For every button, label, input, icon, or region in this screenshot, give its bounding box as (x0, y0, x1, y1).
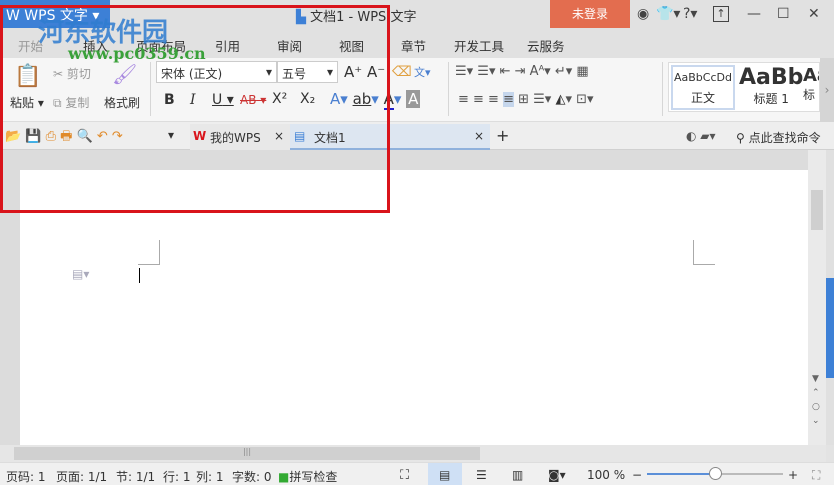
tab-developer[interactable]: 开发工具 (454, 36, 504, 55)
wps-icon: W (193, 129, 207, 143)
zoom-in-button[interactable]: + (788, 468, 798, 482)
document-title: ▙ 文档1 - WPS 文字 (296, 10, 417, 25)
spell-check-button[interactable]: ■拼写检查 (278, 468, 337, 485)
toolbar-icons[interactable]: ◐ ▰▾ (686, 129, 716, 143)
document-icon: ▤ (294, 129, 306, 143)
grow-font-icon[interactable]: A⁺ A⁻ (344, 63, 385, 81)
status-bar: 页码: 1 页面: 1/1 节: 1/1 行: 1 列: 1 字数: 0 ■拼写… (0, 462, 834, 485)
margin-mark (138, 240, 160, 265)
page-view-icon: ▤ (439, 468, 451, 482)
scissors-icon: ✂ (53, 67, 64, 81)
horizontal-scrollbar[interactable]: ||| (0, 445, 826, 462)
tab-document[interactable]: ▤ 文档1 × (290, 124, 490, 150)
skin-icon[interactable]: 👕▾ (656, 6, 680, 22)
tab-cloud[interactable]: 云服务 (527, 36, 565, 55)
outline-view-icon[interactable]: ☰ (476, 468, 487, 482)
new-tab-button[interactable]: + (496, 126, 509, 145)
quick-access-icons[interactable]: 📂 💾 ⎙ 🖶 🔍 ↶ ↷ (5, 127, 123, 149)
align-icons[interactable]: ≡ ≡ ≡ ≡ ⊞ ☰▾ ◭▾ ⊡▾ (458, 92, 594, 107)
underline-button[interactable]: U ▾ (212, 92, 234, 108)
close-icon: × (274, 129, 285, 143)
status-section: 节: 1/1 (116, 470, 156, 484)
status-page: 页码: 1 (6, 470, 46, 484)
paragraph-icon[interactable]: ▤▾ (72, 267, 89, 281)
style-normal[interactable]: AaBbCcDd 正文 (671, 65, 735, 110)
zoom-out-button[interactable]: − (632, 468, 642, 482)
scroll-thumb[interactable]: ||| (14, 447, 480, 460)
document-icon: ▙ (296, 10, 311, 25)
fit-icon[interactable]: ⛶ (812, 468, 820, 483)
help-icon[interactable]: ?▾ (683, 6, 697, 22)
command-search[interactable]: ⚲ 点此查找命令 (736, 129, 821, 146)
tab-section[interactable]: 章节 (401, 36, 426, 55)
web-view-icon[interactable]: ▥ (512, 468, 523, 482)
superscript-button[interactable]: X² (272, 91, 287, 107)
style-heading1[interactable]: AaBb 标题 1 (739, 65, 803, 107)
scroll-thumb[interactable] (811, 190, 823, 230)
strikethrough-button[interactable]: AB ▾ (240, 93, 266, 107)
close-icon: × (474, 129, 485, 143)
copy-icon: ⧉ (53, 96, 62, 110)
text-cursor (139, 268, 140, 283)
clear-format-icon[interactable]: ⌫ (392, 64, 412, 80)
page-nav-icons[interactable]: ▼ ⌃ ○ ⌄ (812, 372, 820, 428)
text-effect-icon[interactable]: A▾ ab▾ A▾ A (330, 90, 421, 110)
tab-review[interactable]: 审阅 (277, 36, 302, 55)
copy-button[interactable]: ⧉ 复制 (53, 94, 89, 111)
style-heading2[interactable]: Aa标 (803, 65, 819, 103)
pinyin-icon[interactable]: 文▾ (414, 64, 431, 80)
status-col: 列: 1 (196, 470, 224, 484)
style-gallery: AaBbCcDd正文 AaBb标题 1 Aa标 (668, 62, 820, 112)
font-size-select[interactable]: 五号 ▾ (277, 61, 338, 83)
subscript-button[interactable]: X₂ (300, 91, 315, 107)
vertical-scrollbar[interactable]: ▼ ⌃ ○ ⌄ (808, 150, 826, 445)
close-button[interactable]: ✕ (808, 6, 820, 22)
brush-icon[interactable]: 🖌 (112, 62, 137, 86)
margin-mark (693, 240, 715, 265)
zoom-slider[interactable] (647, 467, 783, 480)
wps-logo-icon: W (6, 8, 25, 24)
font-name-select[interactable]: 宋体 (正文) ▾ (156, 61, 277, 83)
maximize-button[interactable]: ☐ (777, 6, 790, 22)
paste-button[interactable]: 粘贴 ▾ (10, 94, 44, 111)
tab-view[interactable]: 视图 (339, 36, 364, 55)
tab-my-wps[interactable]: W 我的WPS × (190, 124, 290, 150)
upload-icon[interactable]: ↑ (713, 6, 729, 22)
customize-icon[interactable]: ▾ (168, 128, 174, 142)
paste-icon[interactable]: 📋 (14, 64, 41, 89)
bold-button[interactable]: B (164, 92, 175, 108)
tab-references[interactable]: 引用 (215, 36, 240, 55)
document-page[interactable]: ▤▾ (20, 170, 808, 445)
status-pages: 页面: 1/1 (56, 470, 108, 484)
style-scroll-right[interactable]: › (820, 58, 834, 122)
zoom-level[interactable]: 100 % (587, 468, 625, 482)
login-button[interactable]: 未登录 (550, 0, 630, 28)
status-words: 字数: 0 (232, 470, 272, 484)
reading-mode-icon[interactable]: ◙▾ (548, 468, 566, 482)
format-painter-button[interactable]: 格式刷 (104, 94, 140, 111)
cut-button[interactable]: ✂ 剪切 (53, 65, 91, 82)
list-icons[interactable]: ☰▾ ☰▾ ⇤ ⇥ Aᴬ▾ ↵▾ ▦ (455, 64, 589, 79)
search-icon: ⚲ (736, 131, 745, 145)
status-row: 行: 1 (163, 470, 191, 484)
full-screen-view-icon[interactable]: ⛶ (400, 468, 409, 483)
side-panel-toggle[interactable] (826, 278, 834, 378)
italic-button[interactable]: I (190, 92, 196, 108)
watermark-url: www.pc0359.cn (68, 44, 206, 63)
shield-icon[interactable]: ◉ (637, 6, 649, 22)
minimize-button[interactable]: — (747, 6, 761, 22)
